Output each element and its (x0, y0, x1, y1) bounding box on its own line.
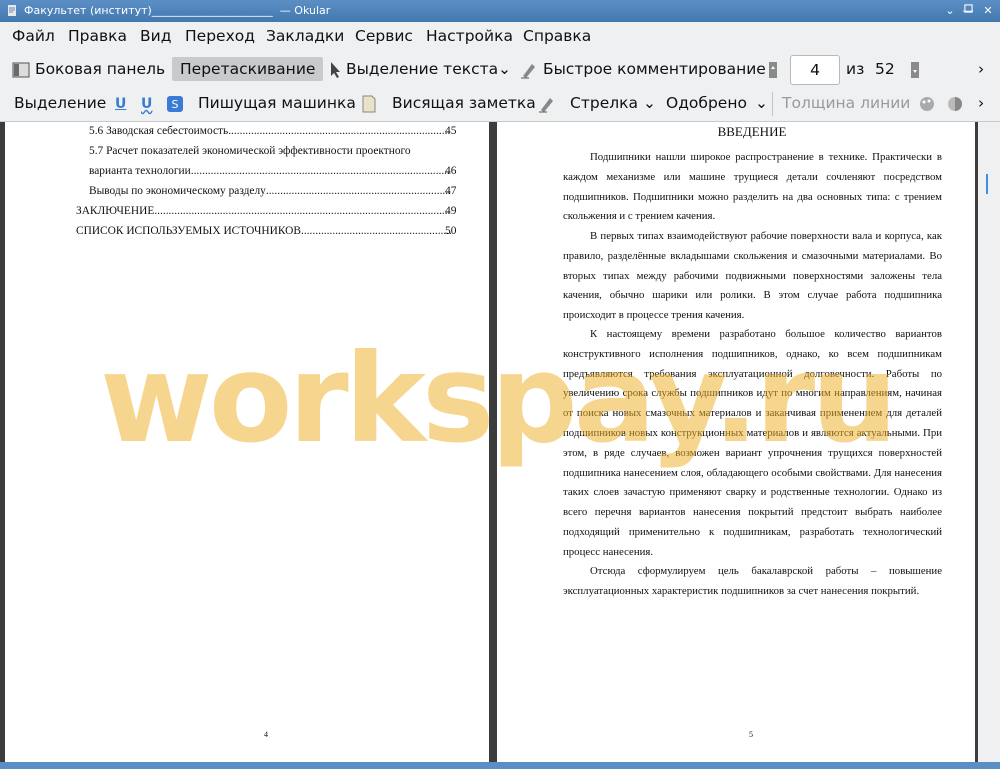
drag-mode-label: Перетаскивание (180, 60, 316, 78)
drag-mode-button[interactable]: Перетаскивание (172, 57, 324, 81)
menu-help[interactable]: Справка (523, 27, 591, 45)
toc-entry-text: варианта технологии (89, 165, 191, 177)
menu-bar: Файл Правка Вид Переход Закладки Сервис … (0, 22, 1000, 52)
page-number: 5 (749, 730, 753, 739)
window-title: Факультет (институт)____________________… (24, 4, 331, 17)
previous-page-button[interactable] (767, 57, 779, 81)
toc-entry-text: Выводы по экономическому разделу (89, 185, 266, 197)
close-icon[interactable]: ✕ (980, 3, 996, 19)
paragraph: Подшипники нашли широкое распространение… (563, 148, 942, 227)
toolbar-overflow-icon[interactable]: › (978, 57, 984, 81)
annotation-toolbar: Выделение U U S Пишущая машинка Висящая … (0, 86, 1000, 122)
menu-edit[interactable]: Правка (68, 27, 127, 45)
popup-note-icon[interactable] (362, 91, 376, 115)
menu-bookmarks[interactable]: Закладки (266, 27, 344, 45)
toc-page-number: 46 (445, 165, 457, 177)
toc-page-number: 49 (445, 205, 457, 217)
paragraph-text: Отсюда сформулируем цель бакалаврской ра… (563, 565, 942, 597)
pdf-page-4: 5.6 Заводская себестоимость.............… (5, 122, 489, 763)
sidebar-icon (12, 62, 30, 77)
line-width-tool[interactable]: Толщина линии (782, 91, 910, 115)
menu-view[interactable]: Вид (140, 27, 171, 45)
page-number: 4 (264, 730, 268, 739)
squiggle-underline-icon[interactable]: U (141, 91, 152, 115)
chevron-down-icon[interactable]: ⌄ (755, 91, 768, 115)
toc-page-number: 50 (445, 225, 457, 237)
document-view[interactable]: 5.6 Заводская себестоимость.............… (0, 122, 1000, 769)
text-select-label: Выделение текста (345, 60, 499, 78)
cursor-arrow-icon (331, 61, 340, 78)
okular-app-icon (8, 5, 16, 16)
color-picker-icon[interactable] (918, 91, 936, 115)
page-number-input[interactable]: 4 (790, 55, 840, 85)
chevron-down-icon[interactable]: ⌄ (498, 57, 511, 81)
scrollbar-thumb[interactable] (986, 174, 988, 194)
highlight-tool[interactable]: Выделение (14, 91, 106, 115)
opacity-icon[interactable] (946, 91, 964, 115)
menu-settings[interactable]: Настройка (426, 27, 513, 45)
popup-note-tool[interactable]: Висящая заметка (392, 91, 536, 115)
text-select-button[interactable]: Выделение текста (329, 57, 498, 81)
vertical-scrollbar[interactable] (978, 122, 1000, 769)
underline-icon[interactable]: U (115, 91, 126, 115)
sidebar-toggle-button[interactable]: Боковая панель (12, 57, 165, 81)
arrow-tool[interactable]: Стрелка (570, 91, 638, 115)
paragraph: В первых типах взаимодействуют рабочие п… (563, 227, 942, 326)
total-pages-label: 52 (875, 60, 895, 78)
quick-comment-label: Быстрое комментирование (542, 60, 766, 78)
paragraph-text: В первых типах взаимодействуют рабочие п… (563, 230, 942, 322)
toc-page-number: 45 (445, 125, 457, 137)
menu-tools[interactable]: Сервис (355, 27, 413, 45)
paragraph-text: Подшипники нашли широкое распространение… (563, 151, 942, 223)
next-page-button[interactable] (909, 57, 921, 81)
strikeout-icon[interactable]: S (166, 91, 184, 115)
sidebar-toggle-label: Боковая панель (34, 60, 166, 78)
toc-page-number: 47 (445, 185, 457, 197)
toc-entry[interactable]: Выводы по экономическому разделу........… (89, 184, 451, 198)
chevron-down-icon[interactable]: ⌄ (942, 3, 958, 19)
chevron-down-icon[interactable]: ⌄ (643, 91, 656, 115)
page-up-icon (769, 61, 777, 78)
stamp-tool[interactable]: Одобрено (666, 91, 747, 115)
svg-text:S: S (172, 98, 179, 111)
toc-entry[interactable]: ЗАКЛЮЧЕНИЕ..............................… (76, 204, 451, 218)
toc-entry-text: 5.6 Заводская себестоимость (89, 125, 229, 137)
toolbar-separator (772, 92, 773, 116)
menu-file[interactable]: Файл (12, 27, 55, 45)
toolbar-overflow-icon[interactable]: › (978, 91, 984, 115)
main-toolbar: Боковая панель Перетаскивание Выделение … (0, 52, 1000, 86)
maximize-icon[interactable] (963, 2, 973, 18)
toc-entry-text: ЗАКЛЮЧЕНИЕ (76, 205, 155, 217)
page-down-icon (911, 61, 919, 78)
page-of-label: из (846, 60, 865, 78)
section-heading: ВВЕДЕНИЕ (717, 124, 787, 139)
toc-entry[interactable]: 5.7 Расчет показателей экономической эфф… (89, 144, 449, 158)
menu-go[interactable]: Переход (185, 27, 255, 45)
quick-comment-button[interactable]: Быстрое комментирование (520, 57, 766, 81)
toc-entry[interactable]: 5.6 Заводская себестоимость.............… (89, 124, 451, 138)
paragraph: Отсюда сформулируем цель бакалаврской ра… (563, 562, 942, 602)
paragraph: К настоящему времени разработано большое… (563, 325, 942, 563)
pen-icon (521, 63, 535, 78)
toc-entry[interactable]: СПИСОК ИСПОЛЬЗУЕМЫХ ИСТОЧНИКОВ..........… (76, 224, 451, 238)
window-titlebar: Факультет (институт)____________________… (0, 0, 1000, 22)
pen-icon[interactable] (538, 91, 556, 115)
paragraph-text: К настоящему времени разработано большое… (563, 328, 942, 558)
pdf-page-5: ВВЕДЕНИЕ Подшипники нашли широкое распро… (497, 122, 975, 763)
typewriter-tool[interactable]: Пишущая машинка (198, 91, 356, 115)
toc-entry-text: СПИСОК ИСПОЛЬЗУЕМЫХ ИСТОЧНИКОВ (76, 225, 302, 237)
window-bottom-border (0, 762, 1000, 769)
toc-entry[interactable]: варианта технологии.....................… (89, 164, 451, 178)
